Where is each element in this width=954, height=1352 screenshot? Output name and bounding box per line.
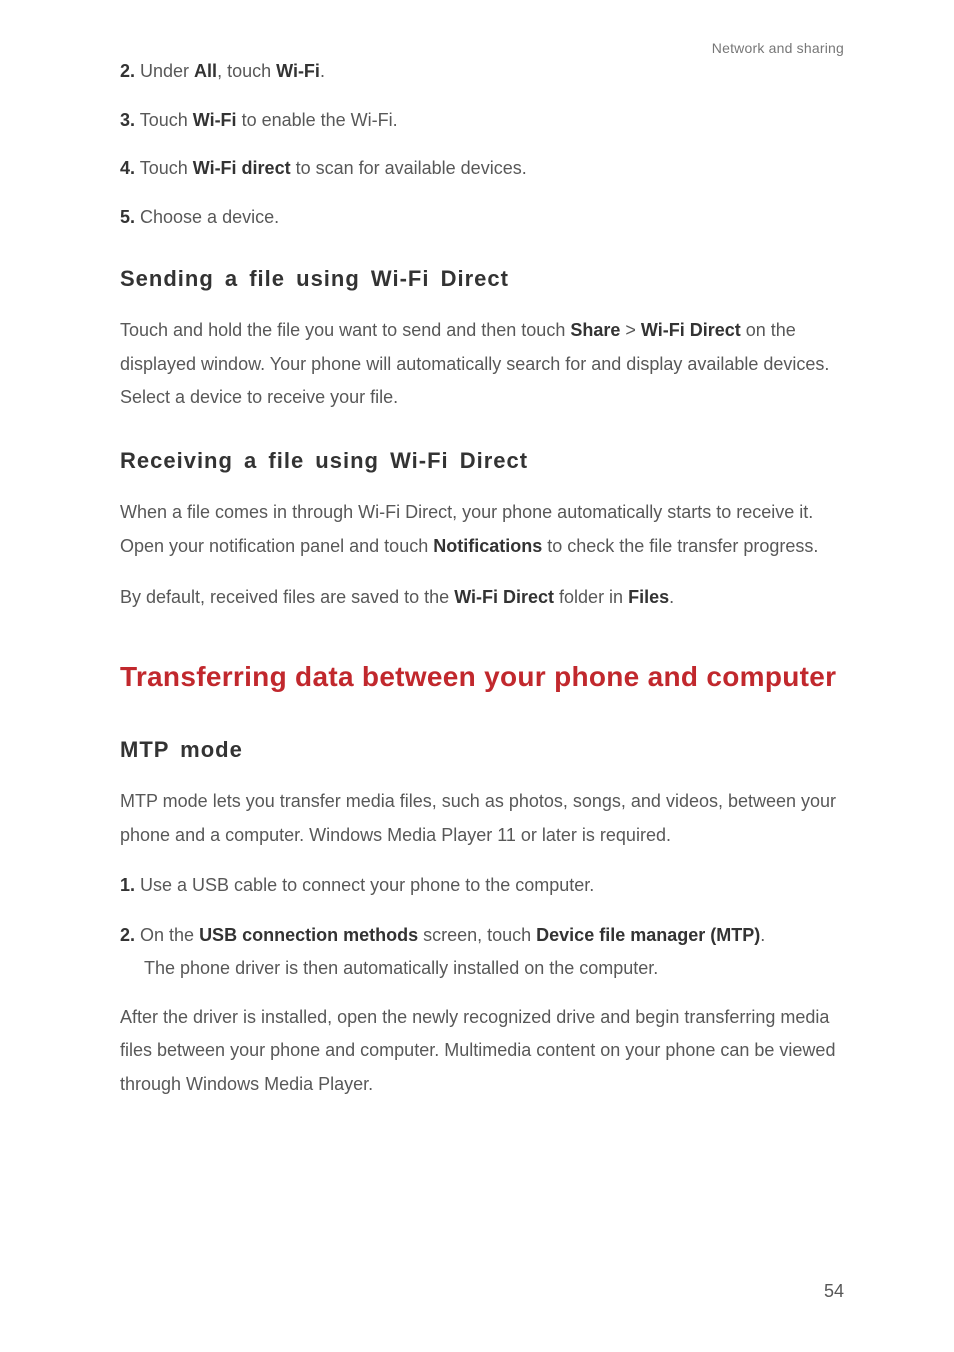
paragraph: MTP mode lets you transfer media files, … bbox=[120, 785, 844, 852]
step-item: 5. Choose a device. bbox=[120, 202, 844, 233]
step-text: . bbox=[760, 925, 765, 945]
section-header: Network and sharing bbox=[712, 40, 844, 56]
bold-text: All bbox=[194, 61, 217, 81]
document-page: Network and sharing 2. Under All, touch … bbox=[0, 0, 954, 1352]
step-text: Touch bbox=[135, 158, 193, 178]
bold-text: Wi-Fi direct bbox=[193, 158, 291, 178]
bold-text: Wi-Fi Direct bbox=[454, 587, 554, 607]
paragraph: When a file comes in through Wi-Fi Direc… bbox=[120, 496, 844, 563]
text-run: . bbox=[669, 587, 674, 607]
step-text: Touch bbox=[135, 110, 193, 130]
subsection-heading: Receiving a file using Wi-Fi Direct bbox=[120, 448, 844, 474]
bold-text: Wi-Fi bbox=[276, 61, 320, 81]
text-run: to check the file transfer progress. bbox=[542, 536, 818, 556]
paragraph: By default, received files are saved to … bbox=[120, 581, 844, 614]
step-text: Use a USB cable to connect your phone to… bbox=[135, 875, 594, 895]
step-text: On the bbox=[135, 925, 199, 945]
step-number: 5. bbox=[120, 207, 135, 227]
paragraph: Touch and hold the file you want to send… bbox=[120, 314, 844, 414]
step-text: screen, touch bbox=[418, 925, 536, 945]
page-number: 54 bbox=[824, 1281, 844, 1302]
text-run: Touch and hold the file you want to send… bbox=[120, 320, 570, 340]
step-subtext: The phone driver is then automatically i… bbox=[120, 952, 844, 985]
subsection-heading: MTP mode bbox=[120, 737, 844, 763]
step-item: 3. Touch Wi-Fi to enable the Wi-Fi. bbox=[120, 105, 844, 136]
bold-text: Notifications bbox=[433, 536, 542, 556]
bold-text: Wi-Fi bbox=[193, 110, 237, 130]
step-number: 4. bbox=[120, 158, 135, 178]
paragraph: After the driver is installed, open the … bbox=[120, 1001, 844, 1101]
text-run: folder in bbox=[554, 587, 628, 607]
subsection-heading: Sending a file using Wi-Fi Direct bbox=[120, 266, 844, 292]
step-number: 2. bbox=[120, 925, 135, 945]
step-text: . bbox=[320, 61, 325, 81]
section-title: Transferring data between your phone and… bbox=[120, 650, 844, 703]
step-text: Under bbox=[135, 61, 194, 81]
step-item: 1. Use a USB cable to connect your phone… bbox=[120, 870, 844, 901]
step-text: to enable the Wi-Fi. bbox=[237, 110, 398, 130]
step-text: Choose a device. bbox=[135, 207, 279, 227]
bold-text: Files bbox=[628, 587, 669, 607]
step-number: 3. bbox=[120, 110, 135, 130]
step-item: 2. On the USB connection methods screen,… bbox=[120, 919, 844, 986]
step-number: 2. bbox=[120, 61, 135, 81]
bold-text: Wi-Fi Direct bbox=[641, 320, 741, 340]
bold-text: Share bbox=[570, 320, 620, 340]
step-text: to scan for available devices. bbox=[291, 158, 527, 178]
step-text: , touch bbox=[217, 61, 276, 81]
text-run: By default, received files are saved to … bbox=[120, 587, 454, 607]
step-number: 1. bbox=[120, 875, 135, 895]
step-item: 4. Touch Wi-Fi direct to scan for availa… bbox=[120, 153, 844, 184]
step-item: 2. Under All, touch Wi-Fi. bbox=[120, 56, 844, 87]
text-run: > bbox=[620, 320, 641, 340]
bold-text: Device file manager (MTP) bbox=[536, 925, 760, 945]
bold-text: USB connection methods bbox=[199, 925, 418, 945]
